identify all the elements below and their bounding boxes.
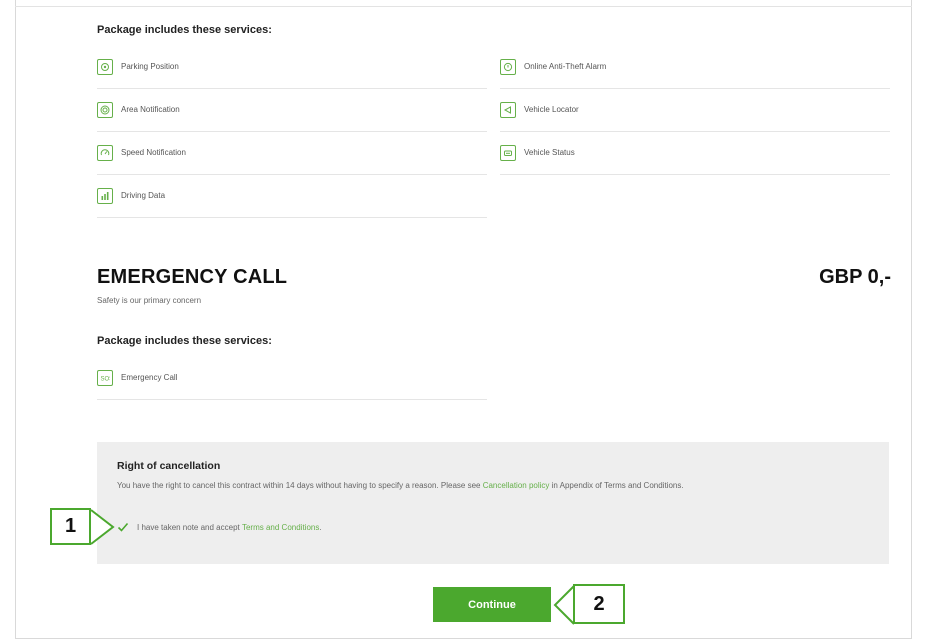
emergency-services-heading: Package includes these services: [97,335,272,347]
vehicle-locator-icon [500,101,516,118]
service-label: Area Notification [121,105,180,114]
callout-1: 1 [50,508,91,545]
service-item-vehicle-locator: Vehicle Locator [500,88,890,132]
service-label: Speed Notification [121,148,186,157]
service-item-anti-theft-alarm: Online Anti-Theft Alarm [500,45,890,89]
service-label: Emergency Call [121,373,178,382]
package-services-heading: Package includes these services: [97,24,272,36]
cancellation-box: Right of cancellation You have the right… [97,442,889,564]
service-item-area-notification: Area Notification [97,88,487,132]
svg-text:SOS: SOS [101,376,111,382]
service-label: Vehicle Locator [524,105,579,114]
accept-terms-text: I have taken note and accept [137,522,240,532]
service-label: Vehicle Status [524,148,575,157]
cancellation-policy-link[interactable]: Cancellation policy [483,481,550,490]
service-label: Parking Position [121,62,179,71]
speed-notification-icon [97,144,113,161]
service-item-vehicle-status: Vehicle Status [500,131,890,175]
emergency-call-tagline: Safety is our primary concern [97,296,202,305]
top-divider [15,6,912,7]
emergency-call-price: GBP 0,- [819,266,891,288]
vehicle-status-icon [500,144,516,161]
accept-terms-end: . [319,522,322,532]
cancellation-title: Right of cancellation [117,460,221,472]
accept-terms-row[interactable]: I have taken note and accept Terms and C… [117,521,322,533]
callout-2-arrow-icon [553,585,575,625]
service-label: Online Anti-Theft Alarm [524,62,607,71]
callout-1-arrow-icon [90,509,115,545]
service-label: Driving Data [121,191,166,200]
service-item-emergency-call: SOS Emergency Call [97,356,487,400]
cancellation-text: You have the right to cancel this contra… [117,479,857,493]
cancellation-text-after: in Appendix of Terms and Conditions. [549,481,684,490]
service-item-parking-position: Parking Position [97,45,487,89]
emergency-call-icon: SOS [97,369,113,386]
area-notification-icon [97,101,113,118]
driving-data-icon [97,187,113,204]
emergency-call-title: EMERGENCY CALL [97,266,288,288]
service-item-speed-notification: Speed Notification [97,131,487,175]
terms-and-conditions-link[interactable]: Terms and Conditions [242,523,319,532]
callout-2: 2 [573,584,625,624]
continue-button[interactable]: Continue [433,587,551,622]
service-item-driving-data: Driving Data [97,174,487,218]
anti-theft-alarm-icon [500,58,516,75]
parking-position-icon [97,58,113,75]
cancellation-text-before: You have the right to cancel this contra… [117,481,483,490]
